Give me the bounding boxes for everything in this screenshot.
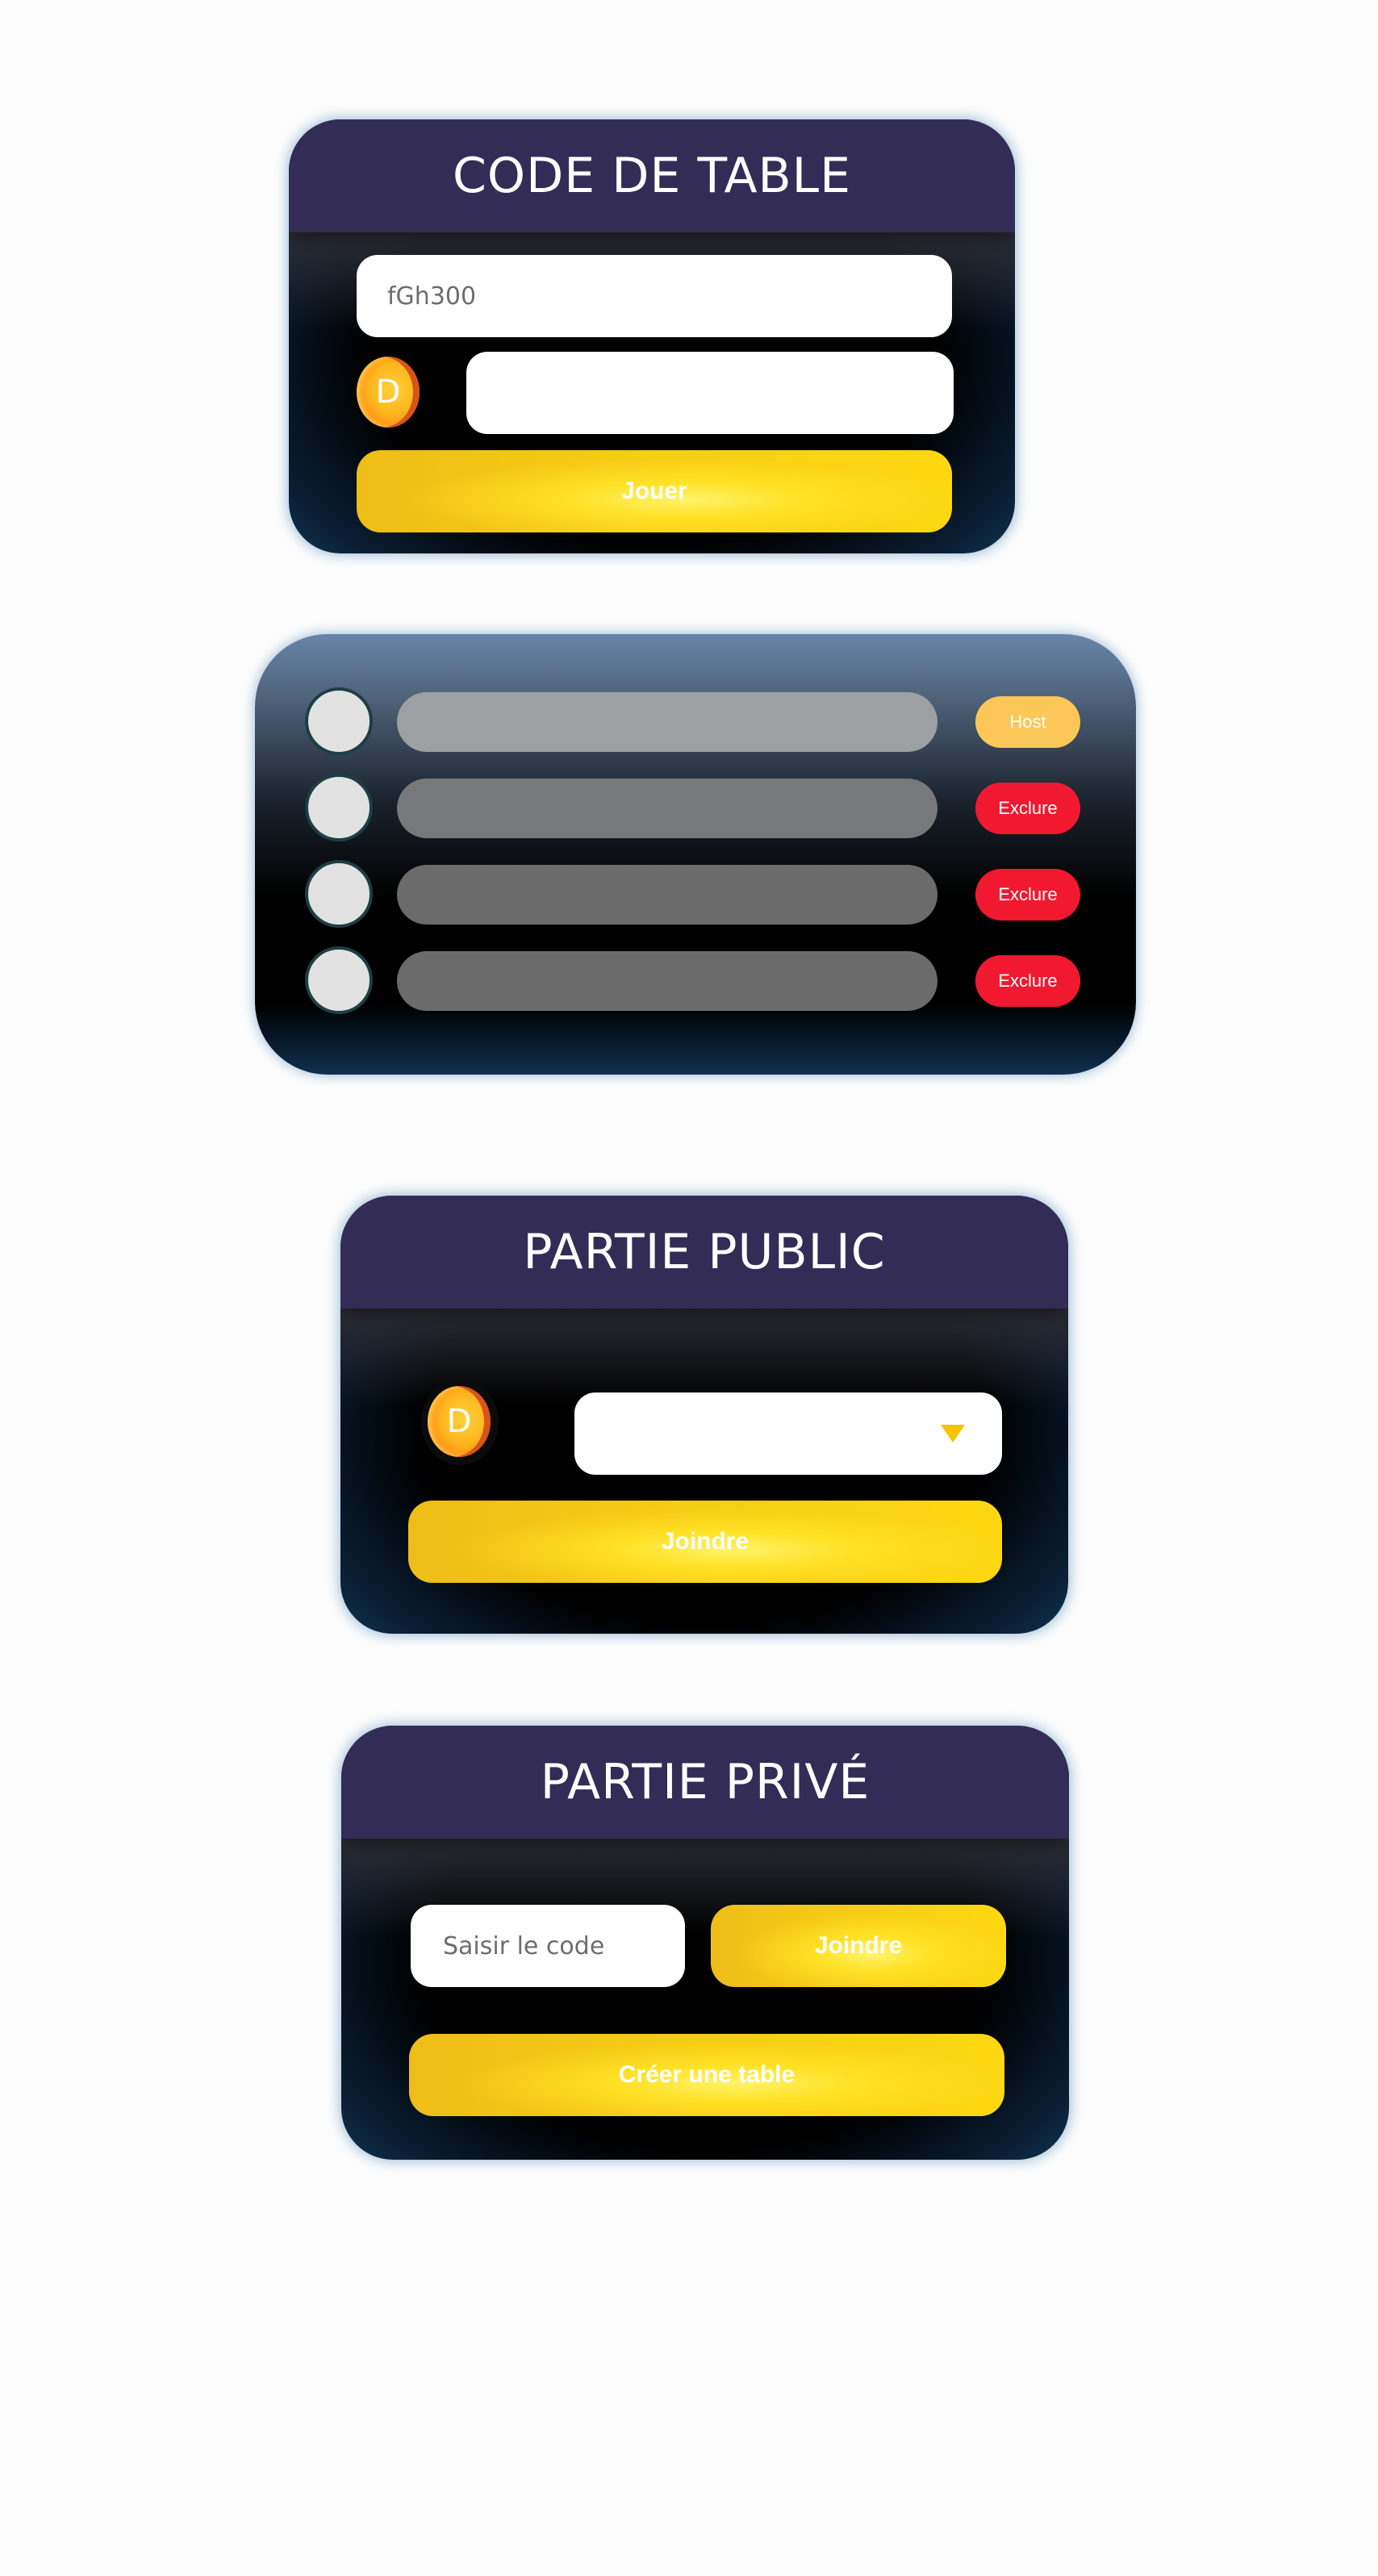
player-name-bar xyxy=(397,865,937,925)
join-public-button[interactable]: Joindre xyxy=(408,1501,1002,1583)
coin-icon: D xyxy=(428,1386,491,1457)
code-table-card: CODE DE TABLE fGh300 D Jouer xyxy=(289,119,1015,553)
private-code-input[interactable]: Saisir le code xyxy=(411,1905,685,1987)
player-name-bar xyxy=(397,692,937,752)
player-avatar xyxy=(305,687,373,755)
player-name-bar xyxy=(397,779,937,838)
bet-amount-input[interactable] xyxy=(466,352,954,434)
exclude-button[interactable]: Exclure xyxy=(975,955,1080,1007)
players-card: Host Exclure Exclure Exclure xyxy=(255,634,1136,1075)
table-code-input[interactable]: fGh300 xyxy=(357,255,952,337)
public-game-title: PARTIE PUBLIC xyxy=(340,1196,1068,1309)
private-game-card: PARTIE PRIVÉ Saisir le code Joindre Crée… xyxy=(341,1726,1069,2160)
player-avatar xyxy=(305,860,373,928)
stake-select[interactable] xyxy=(574,1392,1002,1475)
coin-icon: D xyxy=(357,357,420,428)
player-name-bar xyxy=(397,951,937,1011)
exclude-button[interactable]: Exclure xyxy=(975,783,1080,834)
exclude-button[interactable]: Exclure xyxy=(975,869,1080,921)
join-private-button[interactable]: Joindre xyxy=(711,1905,1006,1987)
play-button[interactable]: Jouer xyxy=(357,450,952,532)
player-avatar xyxy=(305,946,373,1014)
player-avatar xyxy=(305,774,373,841)
private-code-placeholder: Saisir le code xyxy=(443,1931,605,1960)
code-table-title: CODE DE TABLE xyxy=(289,119,1015,232)
private-game-title: PARTIE PRIVÉ xyxy=(341,1726,1069,1839)
table-code-value: fGh300 xyxy=(387,282,477,311)
chevron-down-icon[interactable] xyxy=(941,1425,965,1442)
host-badge: Host xyxy=(975,696,1080,748)
create-table-button[interactable]: Créer une table xyxy=(409,2034,1004,2116)
public-game-card: PARTIE PUBLIC D Joindre xyxy=(340,1196,1068,1634)
